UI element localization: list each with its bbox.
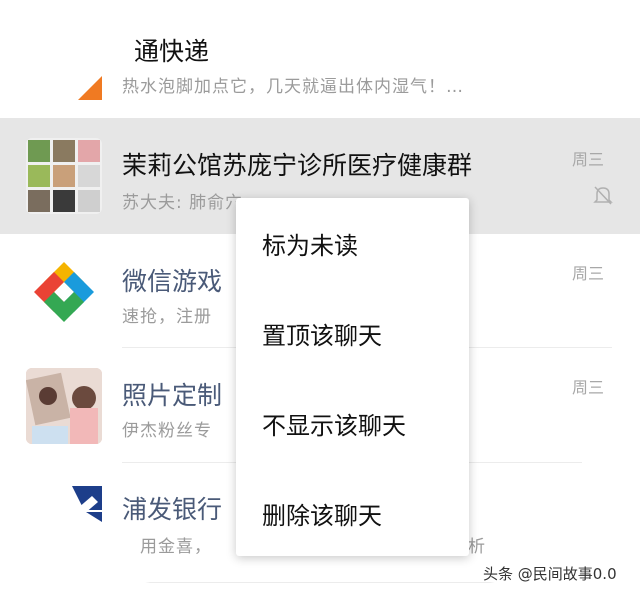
express-avatar-fragment — [78, 76, 102, 100]
chat-title: 微信游戏 — [122, 267, 223, 296]
menu-item-mark-unread[interactable]: 标为未读 — [236, 198, 469, 288]
context-menu: 标为未读 置顶该聊天 不显示该聊天 删除该聊天 — [236, 198, 469, 556]
photo-avatar-icon — [26, 368, 102, 444]
chat-list: 通快递 热水泡脚加点它，几天就逼出体内湿气！… 茉莉公馆苏庞宁诊所医疗健康群 苏… — [0, 0, 640, 593]
menu-item-label: 删除该聊天 — [262, 501, 382, 530]
menu-item-pin-chat[interactable]: 置顶该聊天 — [236, 288, 469, 378]
watermark: 头条 @民间故事0.0 — [483, 565, 617, 583]
chat-preview: 伊杰粉丝专 — [122, 421, 212, 441]
menu-item-label: 置顶该聊天 — [262, 321, 382, 350]
chat-time: 周三 — [572, 150, 605, 169]
row-divider — [122, 582, 542, 583]
chat-title: 通快递 — [134, 37, 210, 66]
chat-time: 周三 — [572, 378, 605, 397]
chat-preview: 速抢，注册 — [122, 307, 212, 327]
menu-item-delete-chat[interactable]: 删除该聊天 — [236, 468, 469, 558]
group-collage-icon — [26, 138, 102, 214]
chat-item-express[interactable]: 通快递 热水泡脚加点它，几天就逼出体内湿气！… — [0, 0, 640, 118]
chat-title: 茉莉公馆苏庞宁诊所医疗健康群 — [122, 151, 473, 180]
chat-title: 照片定制 — [122, 381, 223, 410]
menu-item-label: 不显示该聊天 — [262, 411, 406, 440]
chat-preview: 用金喜， — [140, 537, 212, 557]
spdb-logo-icon — [26, 480, 102, 556]
chat-title: 浦发银行 — [122, 495, 223, 524]
chat-preview: 热水泡脚加点它，几天就逼出体内湿气！… — [122, 77, 464, 97]
mute-bell-icon — [592, 184, 614, 206]
chat-preview: 苏大夫: 肺俞穴 — [122, 193, 244, 213]
menu-item-hide-chat[interactable]: 不显示该聊天 — [236, 378, 469, 468]
wechat-games-logo-icon — [26, 254, 102, 330]
menu-item-label: 标为未读 — [262, 231, 358, 260]
chat-preview-tail: 析 — [468, 537, 486, 557]
chat-time: 周三 — [572, 264, 605, 283]
